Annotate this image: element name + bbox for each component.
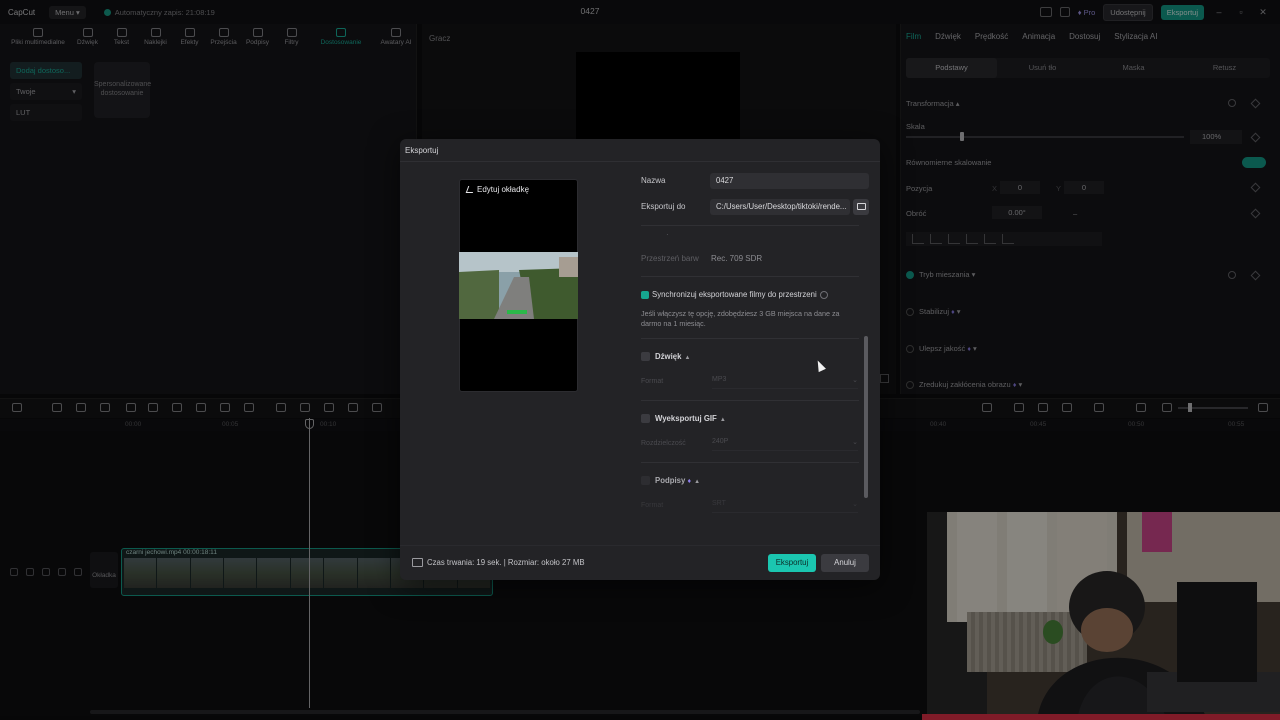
dot-marker: · [666,230,669,239]
dialog-divider [400,161,880,162]
audio-format-value: MP3 [712,376,727,383]
chevron-up-icon: ▲ [719,417,726,423]
export-button[interactable]: Eksportuj [768,554,816,572]
edit-cover-button[interactable]: Edytuj okładkę [465,185,530,194]
export-to-label: Eksportuj do [641,202,686,211]
captions-export-heading[interactable]: Podpisy ♦ ▲ [655,476,700,485]
divider [641,338,859,339]
dialog-footer-divider [400,545,880,546]
audio-format-label: Format [641,378,664,385]
gif-resolution-value: 240P [712,438,729,445]
name-input[interactable]: 0427 [710,173,869,189]
divider [641,400,859,401]
sync-description: Jeśli włączysz tę opcję, zdobędziesz 3 G… [641,309,840,328]
edit-cover-label: Edytuj okładkę [477,185,530,194]
captions-format-select[interactable]: SRT ⌄ [712,500,858,513]
chevron-down-icon: ⌄ [852,501,858,508]
chevron-down-icon: ⌄ [852,439,858,446]
gif-export-label: Wyeksportuj GIF [655,414,717,423]
dialog-title: Eksportuj [405,146,439,155]
divider [641,462,859,463]
export-path-input[interactable]: C:/Users/User/Desktop/tiktoki/rende... [710,199,850,215]
divider [641,276,859,277]
sync-label: Synchronizuj eksportowane filmy do przes… [652,290,817,299]
audio-export-heading[interactable]: Dźwięk ▲ [655,352,690,361]
cover-thumbnail [459,252,578,319]
cover-thumbnail-image [459,252,578,319]
captions-export-checkbox[interactable] [641,476,650,485]
gif-export-checkbox[interactable] [641,414,650,423]
color-space-label: Przestrzeń barw [641,254,699,263]
chevron-down-icon: ⌄ [852,377,858,384]
gif-export-heading[interactable]: Wyeksportuj GIF ▲ [655,414,726,423]
cancel-button[interactable]: Anuluj [821,554,869,572]
chevron-up-icon: ▲ [694,479,701,485]
color-space-value: Rec. 709 SDR [711,254,763,263]
audio-format-select[interactable]: MP3 ⌄ [712,376,858,389]
audio-export-checkbox[interactable] [641,352,650,361]
gif-resolution-label: Rozdzielczość [641,440,686,447]
gif-resolution-select[interactable]: 240P ⌄ [712,438,858,451]
chevron-up-icon: ▲ [684,355,691,361]
captions-format-label: Format [641,502,664,509]
captions-format-value: SRT [712,500,726,507]
sync-checkbox[interactable] [641,291,649,299]
folder-icon [857,203,866,210]
divider [641,225,859,226]
captions-export-label: Podpisy [655,476,686,485]
pencil-icon [465,186,476,193]
info-icon[interactable] [820,291,828,299]
duration-size-info: Czas trwania: 19 sek. | Rozmiar: około 2… [427,558,585,567]
film-icon [412,558,423,567]
audio-export-label: Dźwięk [655,352,682,361]
gem-icon: ♦ [687,478,692,485]
name-label: Nazwa [641,176,666,185]
dialog-scrollbar[interactable] [864,336,868,498]
